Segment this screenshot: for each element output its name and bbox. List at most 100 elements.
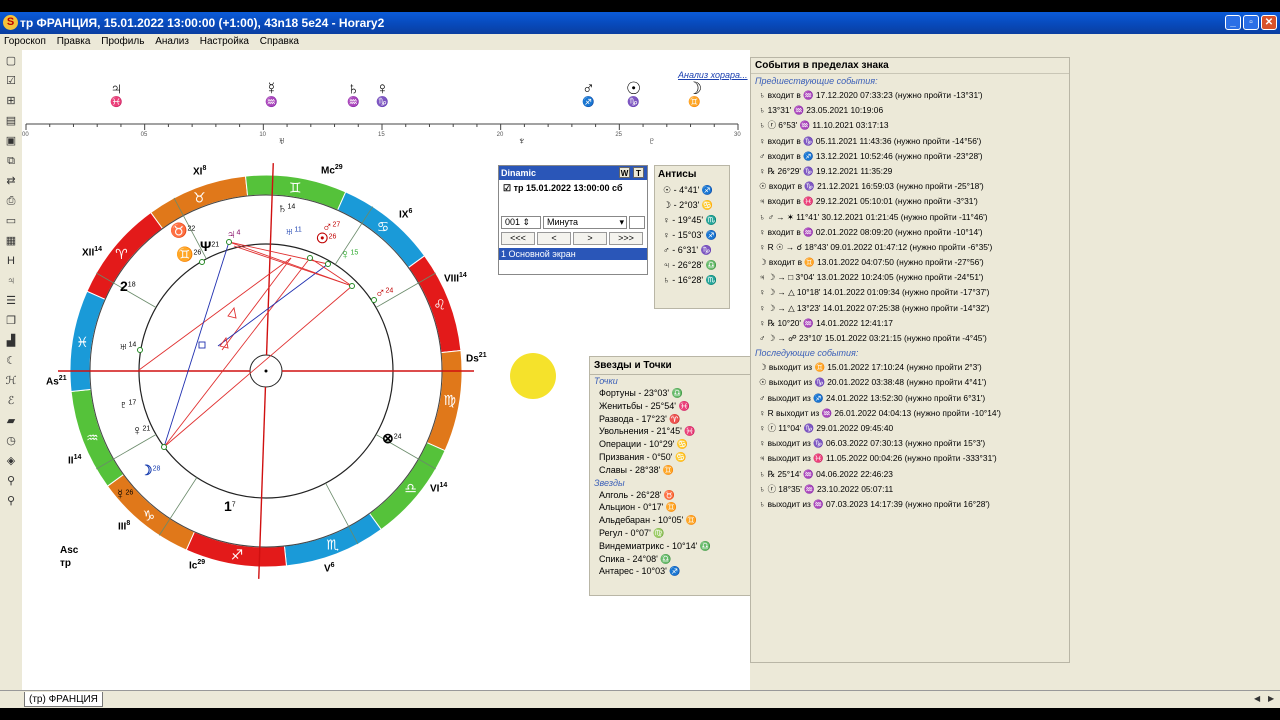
chart-planet-label: ♀21	[132, 422, 150, 438]
checklist-icon[interactable]: ☑	[4, 74, 18, 88]
chart-planet-symbol: 1	[224, 498, 232, 514]
chart-planet-label: ☿26	[115, 486, 133, 502]
copy-icon[interactable]: ⧉	[4, 154, 18, 168]
layers-icon[interactable]: ❐	[4, 314, 18, 328]
grid-icon[interactable]: ▦	[4, 234, 18, 248]
add-chart-icon[interactable]: ⊞	[4, 94, 18, 108]
menu-edit[interactable]: Правка	[53, 34, 95, 47]
window-icon[interactable]: ▭	[4, 214, 18, 228]
zodiac-sign-glyph: ♎	[404, 481, 417, 497]
chart-planet-degree: 14	[128, 341, 137, 349]
search-plus-icon[interactable]: ⚲	[4, 474, 18, 488]
prev-event-row: ♄ ♂ → ✶ 11°41' 30.12.2021 01:21:45 (нужн…	[759, 211, 988, 222]
nav-fast-forward-button[interactable]: >>>	[609, 232, 643, 245]
chart-planet-label: ♀15	[340, 246, 358, 262]
points-section-label: Точки	[594, 376, 618, 386]
dinamic-t-button[interactable]: T	[633, 167, 644, 178]
menu-settings[interactable]: Настройка	[196, 34, 253, 47]
next-event-row: ♂ выходит из ♐ 24.01.2022 13:52:30 (нужн…	[759, 392, 986, 403]
screen-list-item[interactable]: 1 Основной экран	[499, 248, 647, 260]
chart-planet-label: ⊗24	[382, 430, 402, 447]
chart-image-icon[interactable]: ▣	[4, 134, 18, 148]
chart-planet-degree: 15	[350, 249, 359, 257]
chart-planet-label: ♄14	[277, 200, 295, 216]
house-xi-label: XI8	[193, 165, 207, 178]
clock-icon[interactable]: ◷	[4, 434, 18, 448]
midheaven-label: Mc29	[321, 164, 343, 177]
chart-planet-symbol: 2	[120, 278, 128, 294]
nav-forward-button[interactable]: >	[573, 232, 607, 245]
tab-scroll-left-icon[interactable]: ◀	[1254, 694, 1260, 703]
close-button[interactable]: ✕	[1261, 15, 1277, 30]
zodiac-sign-glyph: ♍	[443, 393, 456, 409]
ruler-planet-sign: ♓	[110, 97, 123, 108]
chart-planet-label: ♅14	[118, 338, 136, 354]
events-panel: События в пределах знака Предшествующие …	[750, 57, 1070, 663]
chart-planet-symbol: ♀	[340, 246, 351, 262]
next-events-label: Последующие события:	[755, 348, 859, 359]
search-icon[interactable]: ⚲	[4, 494, 18, 508]
tab-france[interactable]: (тр) ФРАНЦИЯ	[24, 692, 103, 707]
ec-icon[interactable]: ℰ	[4, 394, 18, 408]
chart-planet-symbol: ♃	[226, 226, 237, 242]
ruler-planet-sign: ♒	[347, 97, 360, 108]
houses-icon[interactable]: H	[4, 254, 18, 268]
chart-planet-label: ♂24	[375, 284, 393, 300]
ruler-outer-planet: ♆	[518, 136, 526, 147]
nav-back-button[interactable]: <	[537, 232, 571, 245]
transfer-icon[interactable]: ⇄	[4, 174, 18, 188]
zodiac-sign-glyph: ♑	[143, 509, 156, 525]
document-icon[interactable]: ▤	[4, 114, 18, 128]
ruler-tick-label: 30	[734, 132, 741, 138]
unit-select[interactable]: Минута ▾	[543, 216, 627, 229]
chart-planet-label: ☽28	[140, 462, 160, 479]
star-row: Спика - 24°08' ♎	[599, 553, 672, 564]
ruler-planet: ♀ ♑	[376, 80, 389, 110]
step-stepper[interactable]: 001 ⇕	[501, 216, 541, 229]
next-event-row: ♄ ⓡ 18°35' ♒ 23.10.2022 05:07:11	[759, 483, 894, 494]
chart-planet-symbol: ♂	[375, 284, 386, 300]
nav-fast-back-button[interactable]: <<<	[501, 232, 535, 245]
planets-icon[interactable]: ♃	[4, 274, 18, 288]
menu-profile[interactable]: Профиль	[97, 34, 148, 47]
menu-analysis[interactable]: Анализ	[151, 34, 193, 47]
point-row: Славы - 28°38' ♊	[599, 464, 675, 475]
ruler-planet-sign: ♊	[688, 97, 701, 108]
menu-horoscope[interactable]: Гороскоп	[0, 34, 50, 47]
zodiac-sign-glyph: ♓	[76, 335, 89, 351]
dinamic-entry[interactable]: ☑ тр 15.01.2022 13:00:00 сб	[499, 180, 647, 216]
chart-planet-symbol: ♄	[277, 200, 288, 216]
stats-icon[interactable]: ▟	[4, 334, 18, 348]
asc-transit-label: Asc тр	[60, 545, 79, 569]
ruler-tick-label: 20	[497, 132, 504, 138]
ruler-tick-label: 05	[141, 132, 148, 138]
map-icon[interactable]: ◈	[4, 454, 18, 468]
star-row: Алголь - 26°28' ♉	[599, 489, 676, 500]
chart-planet-degree: 11	[294, 226, 302, 234]
house-xii-label: XII14	[82, 246, 103, 259]
star-row: Альдебаран - 10°05' ♊	[599, 515, 698, 526]
apply-button[interactable]	[629, 216, 645, 229]
menu-help[interactable]: Справка	[256, 34, 303, 47]
antisy-title: Антисы	[658, 169, 697, 180]
prev-event-row: ♀ входит в ♑ 05.11.2021 11:43:36 (нужно …	[759, 135, 982, 146]
next-event-row: ♄ ℞ 25°14' ♒ 04.06.2022 22:46:23	[759, 468, 893, 479]
title-bar: S тр ФРАНЦИЯ, 15.01.2022 13:00:00 (+1:00…	[0, 12, 1280, 34]
next-event-row: ☽ выходит из ♊ 15.01.2022 17:10:24 (нужн…	[759, 362, 982, 373]
ruler-planet-sign: ♒	[265, 97, 278, 108]
stars-title: Звезды и Точки	[590, 357, 752, 375]
chart-planet-symbol: Ψ	[200, 238, 212, 254]
horary-icon[interactable]: ℋ	[4, 374, 18, 388]
folder-icon[interactable]: ▰	[4, 414, 18, 428]
maximize-button[interactable]: ▫	[1243, 15, 1259, 30]
print-icon[interactable]: ⎙	[4, 194, 18, 208]
moon-icon[interactable]: ☾	[4, 354, 18, 368]
zodiac-sign-glyph: ♋	[377, 219, 390, 235]
minimize-button[interactable]: _	[1225, 15, 1241, 30]
ruler-planet: ♃ ♓	[110, 80, 123, 110]
new-file-icon[interactable]: ▢	[4, 54, 18, 68]
tab-scroll-right-icon[interactable]: ▶	[1268, 694, 1274, 703]
table-icon[interactable]: ☰	[4, 294, 18, 308]
dinamic-w-button[interactable]: W	[619, 167, 630, 178]
chart-planet-label: ♅11	[284, 223, 302, 239]
